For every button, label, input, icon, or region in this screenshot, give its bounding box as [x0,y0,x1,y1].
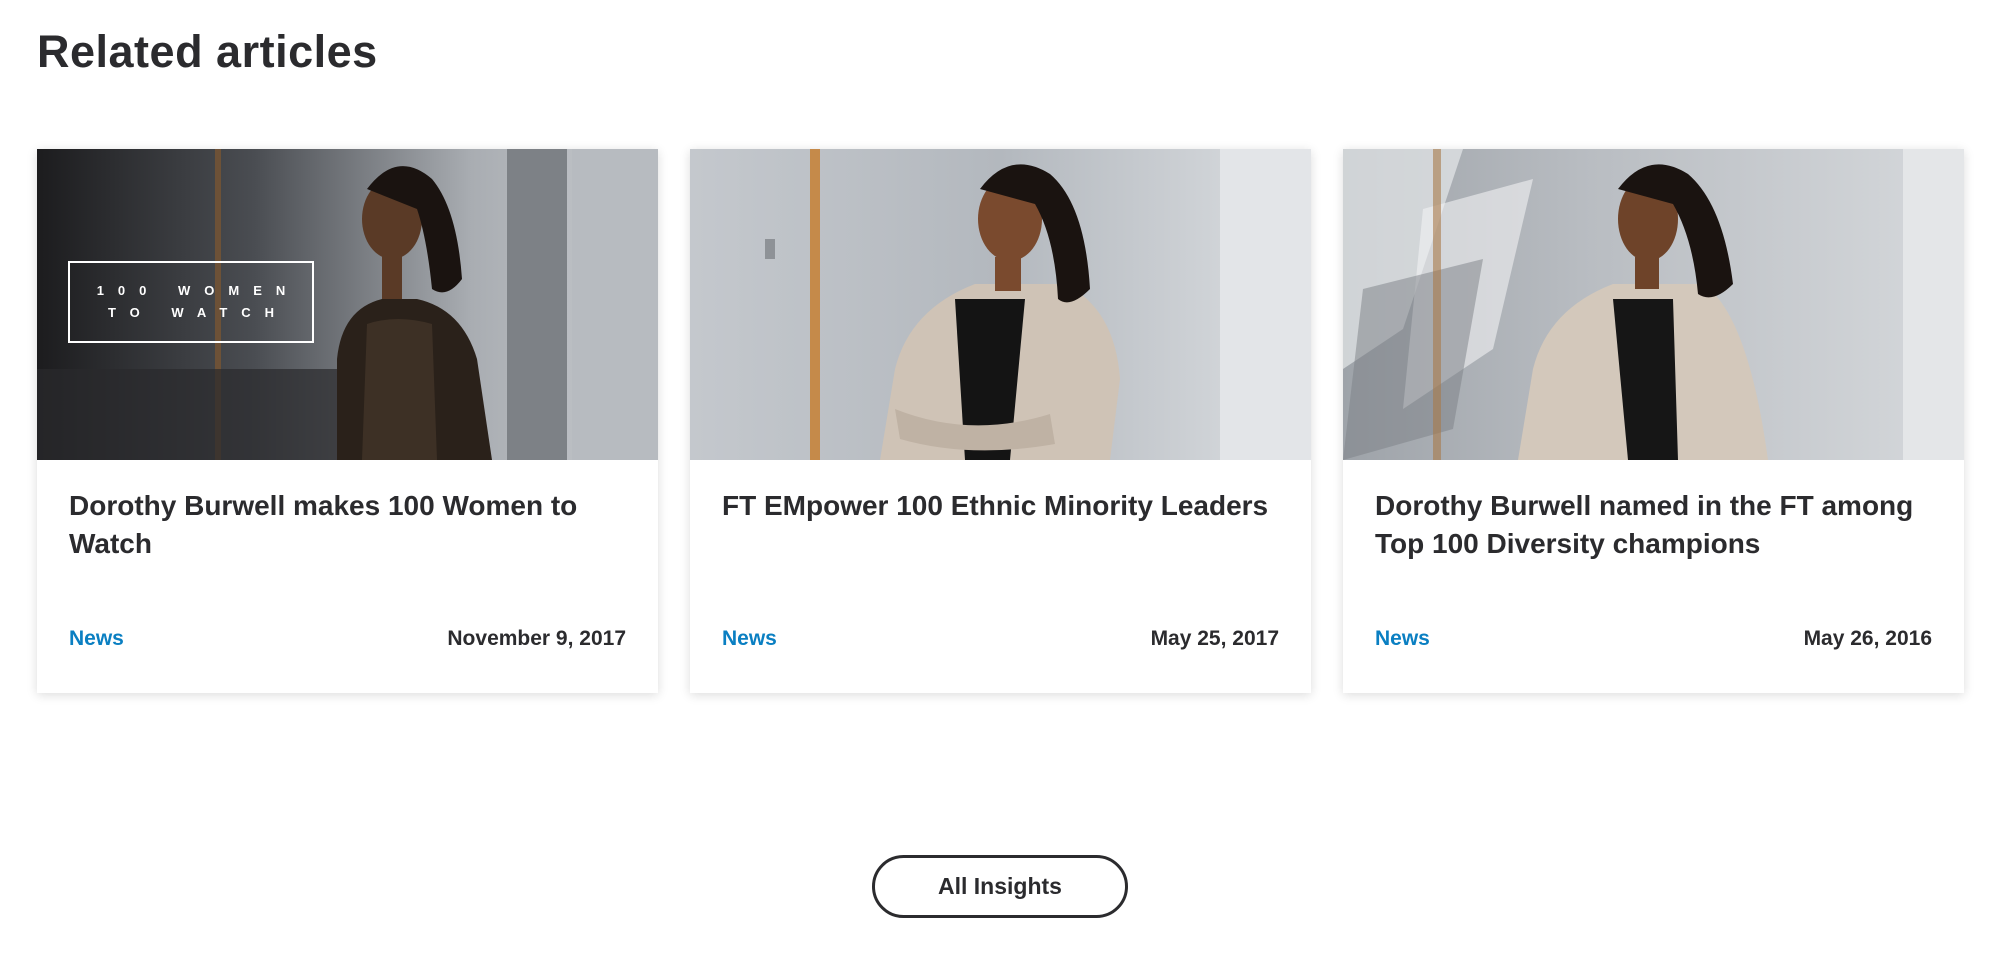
article-title-1[interactable]: Dorothy Burwell makes 100 Women to Watch [69,487,629,563]
article-category-1[interactable]: News [69,627,124,651]
article-card-1[interactable]: 100 WOMEN TO WATCH Dorothy Burwell makes… [37,149,658,693]
badge-line-1: 100 WOMEN [96,283,300,298]
article-image-1[interactable]: 100 WOMEN TO WATCH [37,149,658,460]
article-category-2[interactable]: News [722,627,777,651]
article-title-3[interactable]: Dorothy Burwell named in the FT among To… [1375,487,1935,563]
article-date-3: May 26, 2016 [1803,627,1932,650]
related-articles-page: Related articles 100 WOMEN TO WATCH Doro… [0,0,2000,958]
article-date-2: May 25, 2017 [1150,627,1279,650]
all-insights-button[interactable]: All Insights [872,855,1128,918]
article-card-3[interactable]: Dorothy Burwell named in the FT among To… [1343,149,1964,693]
article-cards: 100 WOMEN TO WATCH Dorothy Burwell makes… [37,149,1964,693]
article-title-2[interactable]: FT EMpower 100 Ethnic Minority Leaders [722,487,1282,525]
article-category-3[interactable]: News [1375,627,1430,651]
badge-line-2: TO WATCH [107,305,289,320]
article-card-2[interactable]: FT EMpower 100 Ethnic Minority Leaders N… [690,149,1311,693]
article-image-2[interactable] [690,149,1311,460]
article-image-3[interactable] [1343,149,1964,460]
article-date-1: November 9, 2017 [447,627,626,650]
section-title: Related articles [37,26,378,77]
badge-100-women-to-watch: 100 WOMEN TO WATCH [68,261,314,343]
